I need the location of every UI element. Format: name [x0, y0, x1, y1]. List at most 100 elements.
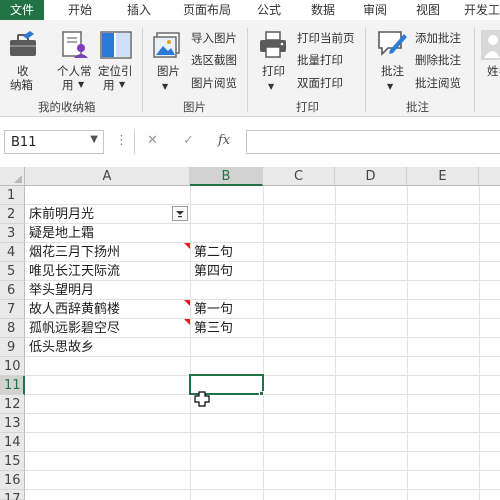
name-label-partial: 姓名: [487, 64, 500, 78]
filter-arrow-icon: [176, 211, 184, 218]
row-header[interactable]: 2: [0, 205, 25, 224]
row-header[interactable]: 12: [0, 395, 25, 414]
tab-file[interactable]: 文件: [0, 0, 44, 20]
name-box[interactable]: B11 ▼: [4, 130, 104, 154]
row-header[interactable]: 4: [0, 243, 25, 262]
gridline: [25, 204, 500, 205]
gridline: [25, 489, 500, 490]
locate-label-1: 定位引: [98, 64, 133, 78]
column-header-a[interactable]: A: [25, 167, 190, 186]
gridline: [25, 356, 500, 357]
filter-dropdown-button[interactable]: [172, 206, 188, 221]
cell-a2[interactable]: 床前明月光: [26, 205, 94, 224]
ribbon-tab-bar: 文件 开始 插入 页面布局 公式 数据 审阅 视图 开发工: [0, 0, 500, 20]
row-header-selected[interactable]: 11: [0, 376, 25, 395]
enter-icon[interactable]: ✓: [183, 133, 194, 148]
cell-b7[interactable]: 第一句: [191, 300, 233, 319]
tab-formulas[interactable]: 公式: [251, 0, 287, 20]
select-all-button[interactable]: [0, 167, 25, 186]
fill-handle[interactable]: [259, 391, 264, 396]
row-header[interactable]: 1: [0, 186, 25, 205]
group-separator: [474, 28, 475, 112]
print-label: 打印: [262, 64, 285, 78]
personal-label-1: 个人常: [57, 64, 92, 78]
column-header-f-partial[interactable]: [479, 167, 500, 186]
row-header[interactable]: 13: [0, 414, 25, 433]
cell-a4[interactable]: 烟花三月下扬州: [26, 243, 120, 262]
row-header[interactable]: 10: [0, 357, 25, 376]
row-header[interactable]: 6: [0, 281, 25, 300]
locate-dropdown-icon: ▼: [119, 80, 126, 89]
column-header-c[interactable]: C: [263, 167, 335, 186]
name-box-value: B11: [11, 135, 37, 150]
tab-page-layout[interactable]: 页面布局: [176, 0, 238, 20]
comment-indicator-a7[interactable]: [184, 300, 190, 306]
column-header-b[interactable]: B: [190, 167, 263, 186]
group-title-print: 打印: [296, 100, 319, 114]
cell-a3[interactable]: 疑是地上霜: [26, 224, 94, 243]
tab-insert[interactable]: 插入: [119, 0, 159, 20]
group-separator: [365, 28, 366, 112]
picture-label: 图片: [157, 64, 180, 78]
cell-b4[interactable]: 第二句: [191, 243, 233, 262]
insert-function-icon[interactable]: fx: [218, 133, 230, 148]
tab-view[interactable]: 视图: [410, 0, 446, 20]
gridline: [25, 470, 500, 471]
cancel-icon[interactable]: ✕: [147, 133, 158, 148]
group-title-comment: 批注: [406, 100, 429, 114]
gridline: [25, 223, 500, 224]
document-person-icon: [62, 31, 88, 58]
personal-label-2: 用: [62, 78, 74, 92]
group-title-collection: 我的收纳箱: [38, 100, 96, 114]
ribbon: 收 纳箱 个人常 用 ▼ 定位引 用 ▼ 我的收纳箱 图片 ▼ 导入图片 选区截…: [0, 20, 500, 117]
comment-indicator-a8[interactable]: [184, 319, 190, 325]
gridline: [25, 432, 500, 433]
row-header[interactable]: 8: [0, 319, 25, 338]
row-header[interactable]: 14: [0, 433, 25, 452]
cell-b5[interactable]: 第四句: [191, 262, 233, 281]
comment-pen-icon: [378, 31, 407, 56]
cell-b8[interactable]: 第三句: [191, 319, 233, 338]
row-header[interactable]: 9: [0, 338, 25, 357]
printer-icon: [260, 31, 286, 58]
tab-developer[interactable]: 开发工: [462, 0, 500, 20]
print-current-page-label: 打印当前页: [297, 31, 355, 45]
column-header-d[interactable]: D: [335, 167, 407, 186]
column-header-e[interactable]: E: [407, 167, 479, 186]
delete-comment-label: 删除批注: [415, 53, 461, 67]
row-header[interactable]: 5: [0, 262, 25, 281]
formula-input[interactable]: [246, 130, 500, 154]
spreadsheet-grid: A B C D E 1 2 3 4 5 6 7 8 9 10 11 12 13 …: [0, 167, 500, 500]
person-icon: [481, 30, 500, 60]
cell-a6[interactable]: 举头望明月: [26, 281, 94, 300]
cell-a9[interactable]: 低头思故乡: [26, 338, 94, 357]
row-header[interactable]: 15: [0, 452, 25, 471]
collect-label-2: 纳箱: [10, 78, 33, 92]
cell-a5[interactable]: 唯见长江天际流: [26, 262, 120, 281]
picture-icon: [153, 32, 180, 58]
cell-a7[interactable]: 故人西辞黄鹤楼: [26, 300, 120, 319]
tab-home[interactable]: 开始: [60, 0, 100, 20]
gridline: [479, 186, 480, 500]
row-header[interactable]: 3: [0, 224, 25, 243]
region-screenshot-label: 选区截图: [191, 53, 237, 67]
locate-label-2: 用: [103, 78, 115, 92]
cell-a8[interactable]: 孤帆远影碧空尽: [26, 319, 120, 338]
gridline: [25, 451, 500, 452]
formula-bar: B11 ▼ ⋮ ✕ ✓ fx: [0, 117, 500, 167]
gridline: [335, 186, 336, 500]
picture-browse-label: 图片阅览: [191, 76, 237, 90]
tab-data[interactable]: 数据: [305, 0, 341, 20]
row-header[interactable]: 16: [0, 471, 25, 490]
gridline: [407, 186, 408, 500]
formula-separator: [134, 130, 135, 154]
chevron-down-icon[interactable]: ▼: [90, 134, 98, 145]
row-header[interactable]: 7: [0, 300, 25, 319]
gridline: [263, 186, 264, 500]
comment-dropdown-icon: ▼: [387, 82, 394, 91]
more-options-icon[interactable]: ⋮: [115, 133, 128, 148]
toolbox-icon: [10, 31, 36, 56]
tab-review[interactable]: 审阅: [357, 0, 393, 20]
row-header[interactable]: 17: [0, 490, 25, 500]
comment-indicator-a4[interactable]: [184, 243, 190, 249]
